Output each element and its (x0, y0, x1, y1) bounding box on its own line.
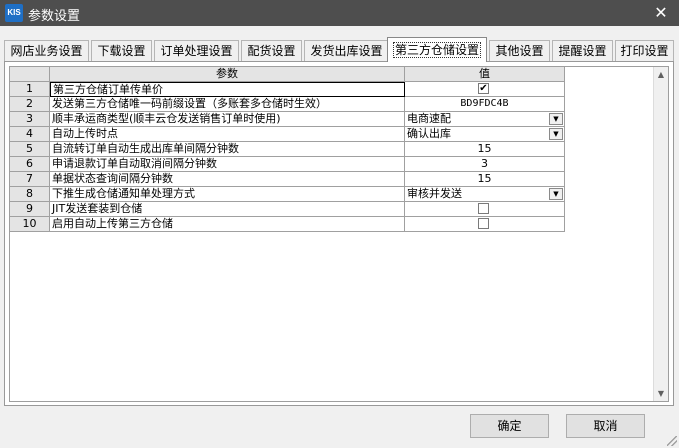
row-number-header (10, 67, 50, 82)
scroll-up-icon[interactable]: ▲ (654, 67, 668, 82)
param-name: 第三方仓储订单传单价 (50, 82, 405, 97)
close-button[interactable]: ✕ (643, 0, 679, 26)
row-number: 2 (10, 97, 50, 112)
chevron-down-icon[interactable]: ▼ (549, 113, 563, 125)
value-column-header: 值 (405, 67, 565, 82)
settings-dialog: KIS 参数设置 ✕ 网店业务设置 下载设置 订单处理设置 配货设置 发货出库设… (0, 0, 679, 448)
param-value-select[interactable]: 审核并发送 ▼ (405, 187, 565, 202)
param-name: 自流转订单自动生成出库单间隔分钟数 (50, 142, 405, 157)
cancel-button[interactable]: 取消 (566, 414, 645, 438)
row-number: 9 (10, 202, 50, 217)
tab-reminder[interactable]: 提醒设置 (552, 40, 613, 61)
param-name: JIT发送套装到仓储 (50, 202, 405, 217)
settings-grid: 参数 值 1 第三方仓储订单传单价 ✔ 2 发送第三方仓储唯一码前缀设置（多账套… (9, 66, 669, 402)
param-value-cell (405, 202, 565, 217)
tab-shipping-outbound[interactable]: 发货出库设置 (304, 40, 389, 61)
tab-third-party-warehouse[interactable]: 第三方仓储设置 (387, 37, 487, 62)
param-name: 单据状态查询间隔分钟数 (50, 172, 405, 187)
tab-store-business[interactable]: 网店业务设置 (4, 40, 89, 61)
app-logo-icon: KIS (5, 4, 23, 22)
checkbox[interactable] (478, 203, 489, 214)
param-value-field[interactable]: 15 (405, 172, 565, 187)
param-name: 启用自动上传第三方仓储 (50, 217, 405, 232)
grid-body: 参数 值 1 第三方仓储订单传单价 ✔ 2 发送第三方仓储唯一码前缀设置（多账套… (10, 67, 654, 401)
param-value-field[interactable]: BD9FDC4B (405, 97, 565, 112)
row-number: 1 (10, 82, 50, 97)
param-value-field[interactable]: 3 (405, 157, 565, 172)
param-value-cell (405, 217, 565, 232)
row-number: 6 (10, 157, 50, 172)
vertical-scrollbar[interactable]: ▲ ▼ (653, 67, 668, 401)
resize-grip-icon[interactable] (667, 436, 677, 446)
param-name: 顺丰承运商类型(顺丰云仓发送销售订单时使用) (50, 112, 405, 127)
row-number: 10 (10, 217, 50, 232)
window-title: 参数设置 (28, 9, 81, 24)
tab-bar: 网店业务设置 下载设置 订单处理设置 配货设置 发货出库设置 第三方仓储设置 其… (4, 37, 674, 62)
select-value: 确认出库 (407, 127, 451, 140)
name-column-header: 参数 (50, 67, 405, 82)
select-value: 电商速配 (407, 112, 451, 125)
checkbox[interactable] (478, 218, 489, 229)
param-name: 发送第三方仓储唯一码前缀设置（多账套多仓储时生效） (50, 97, 405, 112)
param-name: 下推生成仓储通知单处理方式 (50, 187, 405, 202)
param-value-cell: ✔ (405, 82, 565, 97)
tab-panel: 参数 值 1 第三方仓储订单传单价 ✔ 2 发送第三方仓储唯一码前缀设置（多账套… (4, 61, 674, 406)
row-number: 7 (10, 172, 50, 187)
tab-order-processing[interactable]: 订单处理设置 (154, 40, 239, 61)
scroll-down-icon[interactable]: ▼ (654, 386, 668, 401)
select-value: 审核并发送 (407, 187, 462, 200)
param-name: 申请退款订单自动取消间隔分钟数 (50, 157, 405, 172)
tab-print[interactable]: 打印设置 (615, 40, 674, 61)
checkbox[interactable]: ✔ (478, 83, 489, 94)
tab-allocation[interactable]: 配货设置 (241, 40, 302, 61)
chevron-down-icon[interactable]: ▼ (549, 188, 563, 200)
row-number: 3 (10, 112, 50, 127)
row-number: 8 (10, 187, 50, 202)
tab-other[interactable]: 其他设置 (489, 40, 550, 61)
row-number: 5 (10, 142, 50, 157)
row-number: 4 (10, 127, 50, 142)
tab-download[interactable]: 下载设置 (91, 40, 152, 61)
param-value-select[interactable]: 电商速配 ▼ (405, 112, 565, 127)
param-value-field[interactable]: 15 (405, 142, 565, 157)
param-value-select[interactable]: 确认出库 ▼ (405, 127, 565, 142)
chevron-down-icon[interactable]: ▼ (549, 128, 563, 140)
param-name: 自动上传时点 (50, 127, 405, 142)
title-bar: KIS 参数设置 ✕ (0, 0, 679, 26)
ok-button[interactable]: 确定 (470, 414, 549, 438)
